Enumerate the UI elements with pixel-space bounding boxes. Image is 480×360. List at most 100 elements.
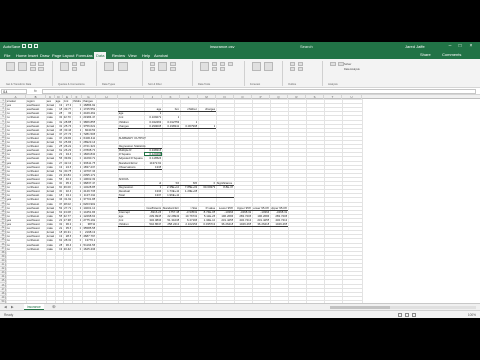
redo-icon[interactable] — [34, 44, 38, 48]
anova-title[interactable]: ANOVA — [119, 177, 144, 181]
dataset-cell[interactable]: 0 — [73, 247, 82, 251]
title-bar: AutoSave insurance.csv Search Jared Jaff… — [0, 42, 480, 51]
file-name: insurance.csv — [210, 44, 235, 49]
zoom-level[interactable]: 100% — [468, 313, 476, 317]
ribbon-tool-icon[interactable] — [298, 67, 303, 71]
sheet-tab-bar: ◀ ▶ insurance ⊕ — [0, 303, 480, 310]
ribbon-tool-icon[interactable] — [30, 62, 36, 66]
name-box[interactable]: I14 — [1, 89, 27, 94]
video-frame: AutoSave insurance.csv Search Jared Jaff… — [0, 0, 480, 360]
ribbon-separator — [96, 61, 97, 86]
normal-view-icon[interactable] — [398, 313, 402, 317]
ribbon-tool-icon[interactable] — [6, 62, 15, 71]
ribbon-tool-icon[interactable] — [38, 67, 44, 71]
anova-cell[interactable]: 1.29E+08 — [181, 189, 197, 193]
ribbon-tool-icon[interactable] — [252, 62, 261, 71]
save-icon[interactable] — [22, 44, 26, 48]
ribbon-tabs: File Home Insert Draw Page Layout Formulas Dat… — [0, 51, 480, 59]
search-box[interactable]: Search — [300, 44, 313, 49]
ribbon-tool-icon[interactable] — [72, 62, 77, 66]
letterbox-top — [0, 0, 480, 42]
ribbon-tool-icon[interactable] — [118, 62, 128, 71]
ribbon-tool-icon[interactable] — [220, 67, 225, 71]
ribbon-tool-icon[interactable] — [80, 62, 85, 66]
autosave-label[interactable]: AutoSave — [3, 44, 20, 49]
ribbon-group-label: Data Types — [102, 83, 116, 86]
ribbon-tool-icon[interactable] — [60, 62, 69, 71]
ribbon-tool-icon[interactable] — [18, 62, 27, 71]
ribbon-group-label: Forecast — [250, 83, 261, 86]
prev-sheet-icon[interactable]: ◀ — [4, 305, 7, 309]
comments-button[interactable]: Comments — [442, 52, 461, 58]
ribbon-separator — [244, 61, 245, 86]
ribbon-separator — [142, 61, 143, 86]
dataset-cell[interactable]: male — [47, 247, 55, 251]
ribbon-tool-icon[interactable] — [264, 62, 273, 71]
worksheet-grid[interactable]: ABCDEFGHIJKLMNOPQRSTU 1 2 3 4 5 6 7 8 9 10 11 12 13 1… — [0, 95, 480, 303]
dataset-cell[interactable]: 1625.434 — [83, 247, 95, 251]
share-button[interactable]: Share — [420, 52, 431, 58]
data-analysis-button[interactable]: Data Analysis — [344, 68, 360, 71]
ribbon-tool-icon[interactable] — [72, 67, 77, 71]
ribbon-tool-icon[interactable] — [104, 62, 114, 71]
tab-page-layout[interactable]: Page Layout — [50, 52, 76, 59]
tab-review[interactable]: Review — [110, 52, 127, 59]
ribbon-tool-icon[interactable] — [158, 62, 167, 71]
horizontal-scrollbar[interactable] — [330, 306, 476, 309]
maximize-icon[interactable]: □ — [456, 43, 464, 50]
ribbon-tool-icon[interactable] — [298, 62, 303, 66]
letterbox-bottom — [0, 318, 480, 360]
ribbon-tool-icon[interactable] — [170, 62, 176, 66]
ribbon-tool-icon[interactable] — [170, 67, 176, 71]
ribbon-tool-icon[interactable] — [330, 62, 336, 66]
dataset-cell[interactable]: northwest — [27, 247, 46, 251]
ribbon-tool-icon[interactable] — [200, 62, 209, 71]
tab-help[interactable]: Help — [140, 52, 152, 59]
fx-icon[interactable]: fx — [34, 89, 37, 93]
tab-acrobat[interactable]: Acrobat — [152, 52, 170, 59]
summary-output-title[interactable]: SUMMARY OUTPUT — [119, 136, 162, 140]
formula-bar: I14 fx — [0, 88, 480, 95]
ribbon-tool-icon[interactable] — [212, 67, 217, 71]
user-name[interactable]: Jared Jaffe — [405, 44, 425, 49]
ribbon-tool-icon[interactable] — [212, 62, 217, 66]
formula-input[interactable] — [42, 89, 476, 94]
anova-cell[interactable]: 60.69379 — [199, 185, 215, 189]
ribbon-group-label: Analysis — [328, 83, 338, 86]
ribbon-group-label: Get & Transform Data — [6, 83, 32, 86]
tab-data[interactable]: Data — [94, 52, 107, 59]
ribbon-tool-icon[interactable] — [150, 62, 155, 66]
selected-cell[interactable] — [144, 152, 162, 157]
ribbon-group-label: Sort & Filter — [148, 83, 162, 86]
ribbon-tool-icon[interactable] — [220, 62, 225, 66]
tab-file[interactable]: File — [2, 52, 12, 59]
ribbon-group-label: Outline — [288, 83, 297, 86]
close-icon[interactable]: × — [467, 43, 475, 50]
minimize-icon[interactable]: – — [446, 43, 454, 50]
tab-formulas[interactable]: Formulas — [74, 52, 95, 59]
ribbon-separator — [192, 61, 193, 86]
ribbon-tool-icon[interactable] — [290, 67, 295, 71]
scroll-thumb[interactable] — [330, 306, 390, 309]
ribbon-tool-icon[interactable] — [38, 62, 44, 66]
status-text: Ready — [4, 313, 14, 317]
anova-cell[interactable]: 8.8E-37 — [217, 185, 233, 189]
excel-window: AutoSave insurance.csv Search Jared Jaff… — [0, 42, 480, 318]
status-bar: Ready 100% — [0, 310, 480, 318]
ribbon-separator — [282, 61, 283, 86]
tab-view[interactable]: View — [126, 52, 139, 59]
page-layout-view-icon[interactable] — [405, 313, 409, 317]
solver-button[interactable]: Solver — [344, 63, 351, 66]
ribbon-tool-icon[interactable] — [30, 67, 36, 71]
dataset-cell[interactable]: no — [7, 247, 26, 251]
ribbon-tool-icon[interactable] — [150, 67, 155, 71]
ribbon-separator — [322, 61, 323, 86]
page-break-view-icon[interactable] — [412, 313, 416, 317]
ribbon: Get & Transform Data Queries & Connection… — [0, 59, 480, 88]
dataset-cell[interactable]: 19 — [56, 247, 62, 251]
next-sheet-icon[interactable]: ▶ — [11, 305, 14, 309]
ribbon-tool-icon[interactable] — [228, 62, 233, 66]
dataset-cell[interactable]: 20.425 — [64, 247, 72, 251]
undo-icon[interactable] — [28, 44, 32, 48]
ribbon-tool-icon[interactable] — [290, 62, 295, 66]
